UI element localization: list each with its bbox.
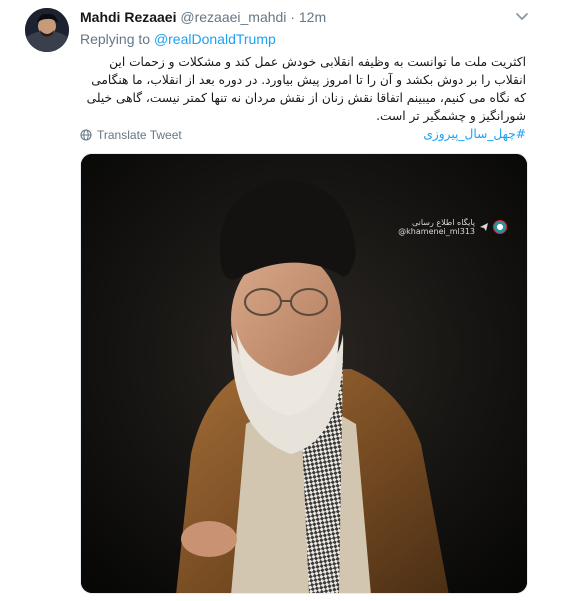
avatar-image: [25, 8, 69, 52]
tweet-media-image[interactable]: پایگاه اطلاع رسانی @khamenei_ml313: [80, 153, 528, 594]
tweet-header: Mahdi Rezaaei @rezaaei_mahdi · 12m: [80, 9, 326, 25]
globe-icon: [80, 129, 92, 141]
watermark-title: پایگاه اطلاع رسانی: [411, 218, 475, 227]
replying-prefix: Replying to: [80, 31, 151, 47]
timestamp[interactable]: 12m: [299, 9, 326, 25]
translate-tweet-button[interactable]: Translate Tweet: [80, 128, 182, 142]
replying-to: Replying to @realDonaldTrump: [80, 31, 276, 47]
tweet-card[interactable]: Mahdi Rezaaei @rezaaei_mahdi · 12m Reply…: [0, 0, 564, 601]
avatar[interactable]: [25, 8, 69, 52]
watermark-handle: @khamenei_ml313: [398, 227, 475, 236]
telegram-icon: [480, 223, 488, 231]
user-handle[interactable]: @rezaaei_mahdi: [180, 9, 286, 25]
translate-label: Translate Tweet: [97, 128, 182, 142]
chevron-down-icon[interactable]: [514, 10, 530, 22]
tweet-body-text: اکثریت ملت ما توانست به وظیفه انقلابی خو…: [86, 55, 526, 123]
separator-dot: ·: [290, 9, 295, 25]
channel-watermark: پایگاه اطلاع رسانی @khamenei_ml313: [398, 218, 507, 236]
site-logo-icon: [493, 220, 507, 234]
display-name[interactable]: Mahdi Rezaaei: [80, 9, 176, 25]
reply-mention-link[interactable]: @realDonaldTrump: [154, 31, 276, 47]
